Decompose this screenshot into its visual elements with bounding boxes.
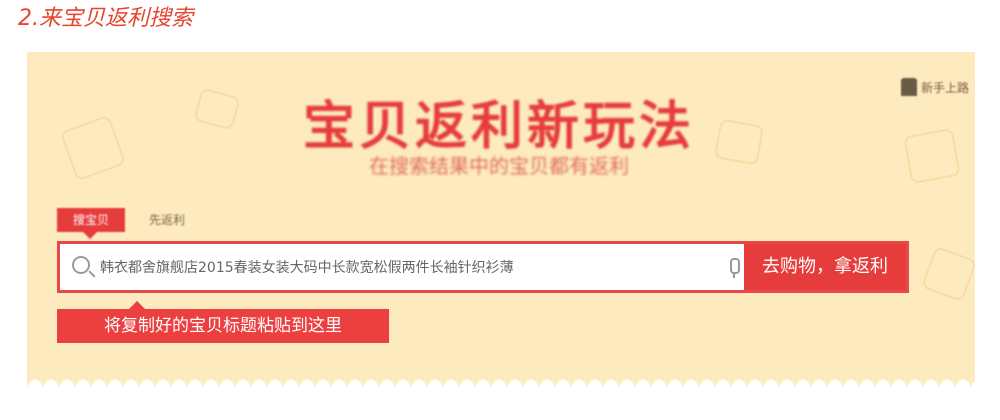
search-bar: 去购物，拿返利 <box>57 241 909 293</box>
banner-title: 宝贝返利新玩法 <box>302 97 695 157</box>
decoration-shape <box>903 128 961 184</box>
scalloped-edge <box>27 373 975 387</box>
step-title: 2.来宝贝返利搜索 <box>18 6 193 31</box>
tab-rebate[interactable]: 先返利 <box>149 208 185 232</box>
microphone-icon[interactable] <box>730 258 740 278</box>
paste-hint-tooltip: 将复制好的宝贝标题粘贴到这里 <box>57 301 389 343</box>
banner-subtitle: 在搜索结果中的宝贝都有返利 <box>369 154 629 178</box>
tab-search-item[interactable]: 搜宝贝 <box>57 208 125 239</box>
search-input[interactable] <box>100 244 700 290</box>
search-banner: 宝贝返利新玩法 在搜索结果中的宝贝都有返利 新手上路 搜宝贝 先返利 去购物，拿… <box>27 52 975 387</box>
decoration-shape <box>920 245 975 303</box>
decoration-shape <box>193 87 241 131</box>
beginner-guide-link[interactable]: 新手上路 <box>900 78 969 96</box>
decoration-shape <box>59 114 127 182</box>
decoration-shape <box>713 118 765 166</box>
search-icon <box>72 256 90 274</box>
user-icon <box>900 78 917 96</box>
search-button[interactable]: 去购物，拿返利 <box>744 244 906 290</box>
beginner-guide-label: 新手上路 <box>920 80 969 95</box>
